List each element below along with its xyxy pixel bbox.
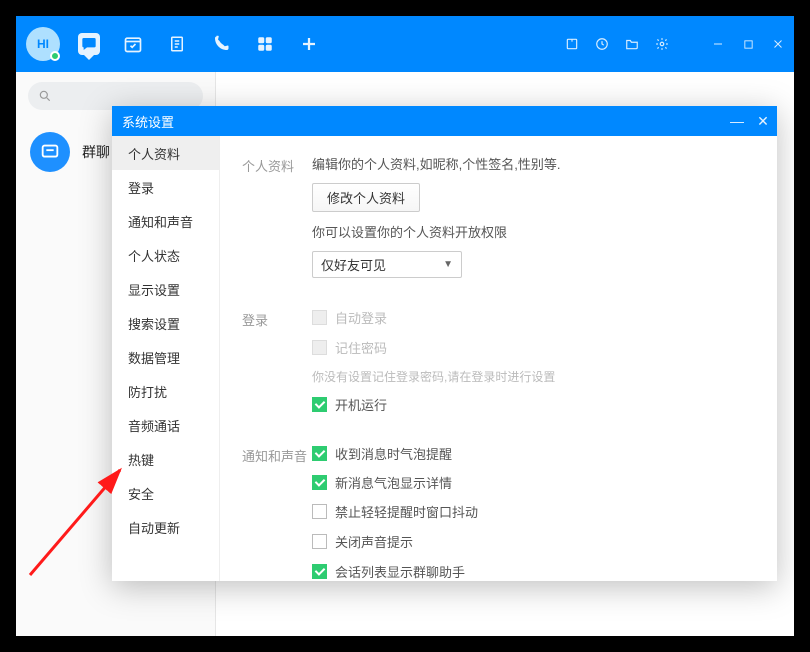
avatar-text: HI <box>37 37 49 51</box>
apps-tab-icon[interactable] <box>254 33 276 55</box>
tab-icons <box>78 33 320 55</box>
screenshot-icon[interactable] <box>564 36 580 52</box>
nav-item-update[interactable]: 自动更新 <box>112 510 219 544</box>
section-profile-label: 个人资料 <box>242 154 312 288</box>
nav-item-security[interactable]: 安全 <box>112 476 219 510</box>
status-dot-icon <box>50 51 60 61</box>
window-controls <box>564 36 786 52</box>
group-chat-icon <box>30 132 70 172</box>
phone-tab-icon[interactable] <box>210 33 232 55</box>
folder-icon[interactable] <box>624 36 640 52</box>
remember-password-checkbox: 记住密码 <box>312 338 387 357</box>
notify-shake-checkbox[interactable]: 禁止轻轻提醒时窗口抖动 <box>312 502 478 521</box>
settings-titlebar: 系统设置 — ✕ <box>112 106 777 136</box>
notify-detail-checkbox[interactable]: 新消息气泡显示详情 <box>312 473 452 492</box>
section-notify-label: 通知和声音 <box>242 444 312 581</box>
document-tab-icon[interactable] <box>166 33 188 55</box>
notify-sound-checkbox[interactable]: 关闭声音提示 <box>312 532 413 551</box>
profile-privacy-hint: 你可以设置你的个人资料开放权限 <box>312 222 755 241</box>
add-tab-icon[interactable] <box>298 33 320 55</box>
avatar[interactable]: HI <box>26 27 60 61</box>
nav-item-dnd[interactable]: 防打扰 <box>112 374 219 408</box>
settings-nav: 个人资料 登录 通知和声音 个人状态 显示设置 搜索设置 数据管理 防打扰 音频… <box>112 136 220 581</box>
startup-checkbox[interactable]: 开机运行 <box>312 395 387 414</box>
maximize-icon[interactable] <box>740 36 756 52</box>
section-login: 登录 自动登录 记住密码 你没有设置记住登录密码,请在登录时进行设置 开机运行 <box>242 308 755 424</box>
settings-minimize-icon[interactable]: — <box>729 113 745 130</box>
settings-dialog: 系统设置 — ✕ 个人资料 登录 通知和声音 个人状态 显示设置 搜索设置 数据… <box>112 106 777 581</box>
gear-icon[interactable] <box>654 36 670 52</box>
profile-edit-hint: 编辑你的个人资料,如昵称,个性签名,性别等. <box>312 154 755 173</box>
notify-bubble-checkbox[interactable]: 收到消息时气泡提醒 <box>312 444 452 463</box>
nav-item-status[interactable]: 个人状态 <box>112 238 219 272</box>
calendar-tab-icon[interactable] <box>122 33 144 55</box>
privacy-select-value: 仅好友可见 <box>321 255 386 274</box>
settings-content[interactable]: 个人资料 编辑你的个人资料,如昵称,个性签名,性别等. 修改个人资料 你可以设置… <box>220 136 777 581</box>
settings-title-text: 系统设置 <box>122 112 174 131</box>
titlebar: HI <box>16 16 794 72</box>
minimize-icon[interactable] <box>710 36 726 52</box>
nav-item-notify[interactable]: 通知和声音 <box>112 204 219 238</box>
nav-item-search[interactable]: 搜索设置 <box>112 306 219 340</box>
settings-close-icon[interactable]: ✕ <box>755 113 771 130</box>
settings-body: 个人资料 登录 通知和声音 个人状态 显示设置 搜索设置 数据管理 防打扰 音频… <box>112 136 777 581</box>
chevron-down-icon: ▼ <box>443 259 453 270</box>
nav-item-login[interactable]: 登录 <box>112 170 219 204</box>
section-profile: 个人资料 编辑你的个人资料,如昵称,个性签名,性别等. 修改个人资料 你可以设置… <box>242 154 755 288</box>
section-notify: 通知和声音 收到消息时气泡提醒 新消息气泡显示详情 禁止轻轻提醒时窗口抖动 关闭… <box>242 444 755 581</box>
edit-profile-button[interactable]: 修改个人资料 <box>312 183 420 212</box>
nav-item-profile[interactable]: 个人资料 <box>112 136 219 170</box>
nav-item-display[interactable]: 显示设置 <box>112 272 219 306</box>
nav-item-data[interactable]: 数据管理 <box>112 340 219 374</box>
nav-item-audio[interactable]: 音频通话 <box>112 408 219 442</box>
close-icon[interactable] <box>770 36 786 52</box>
notify-group-checkbox[interactable]: 会话列表显示群聊助手 <box>312 562 465 581</box>
nav-item-hotkey[interactable]: 热键 <box>112 442 219 476</box>
privacy-select[interactable]: 仅好友可见 ▼ <box>312 251 462 278</box>
login-hint: 你没有设置记住登录密码,请在登录时进行设置 <box>312 368 755 385</box>
conversation-label: 群聊 <box>82 142 110 162</box>
search-icon <box>38 89 52 103</box>
auto-login-checkbox: 自动登录 <box>312 308 387 327</box>
chat-tab-icon[interactable] <box>78 33 100 55</box>
history-icon[interactable] <box>594 36 610 52</box>
section-login-label: 登录 <box>242 308 312 424</box>
